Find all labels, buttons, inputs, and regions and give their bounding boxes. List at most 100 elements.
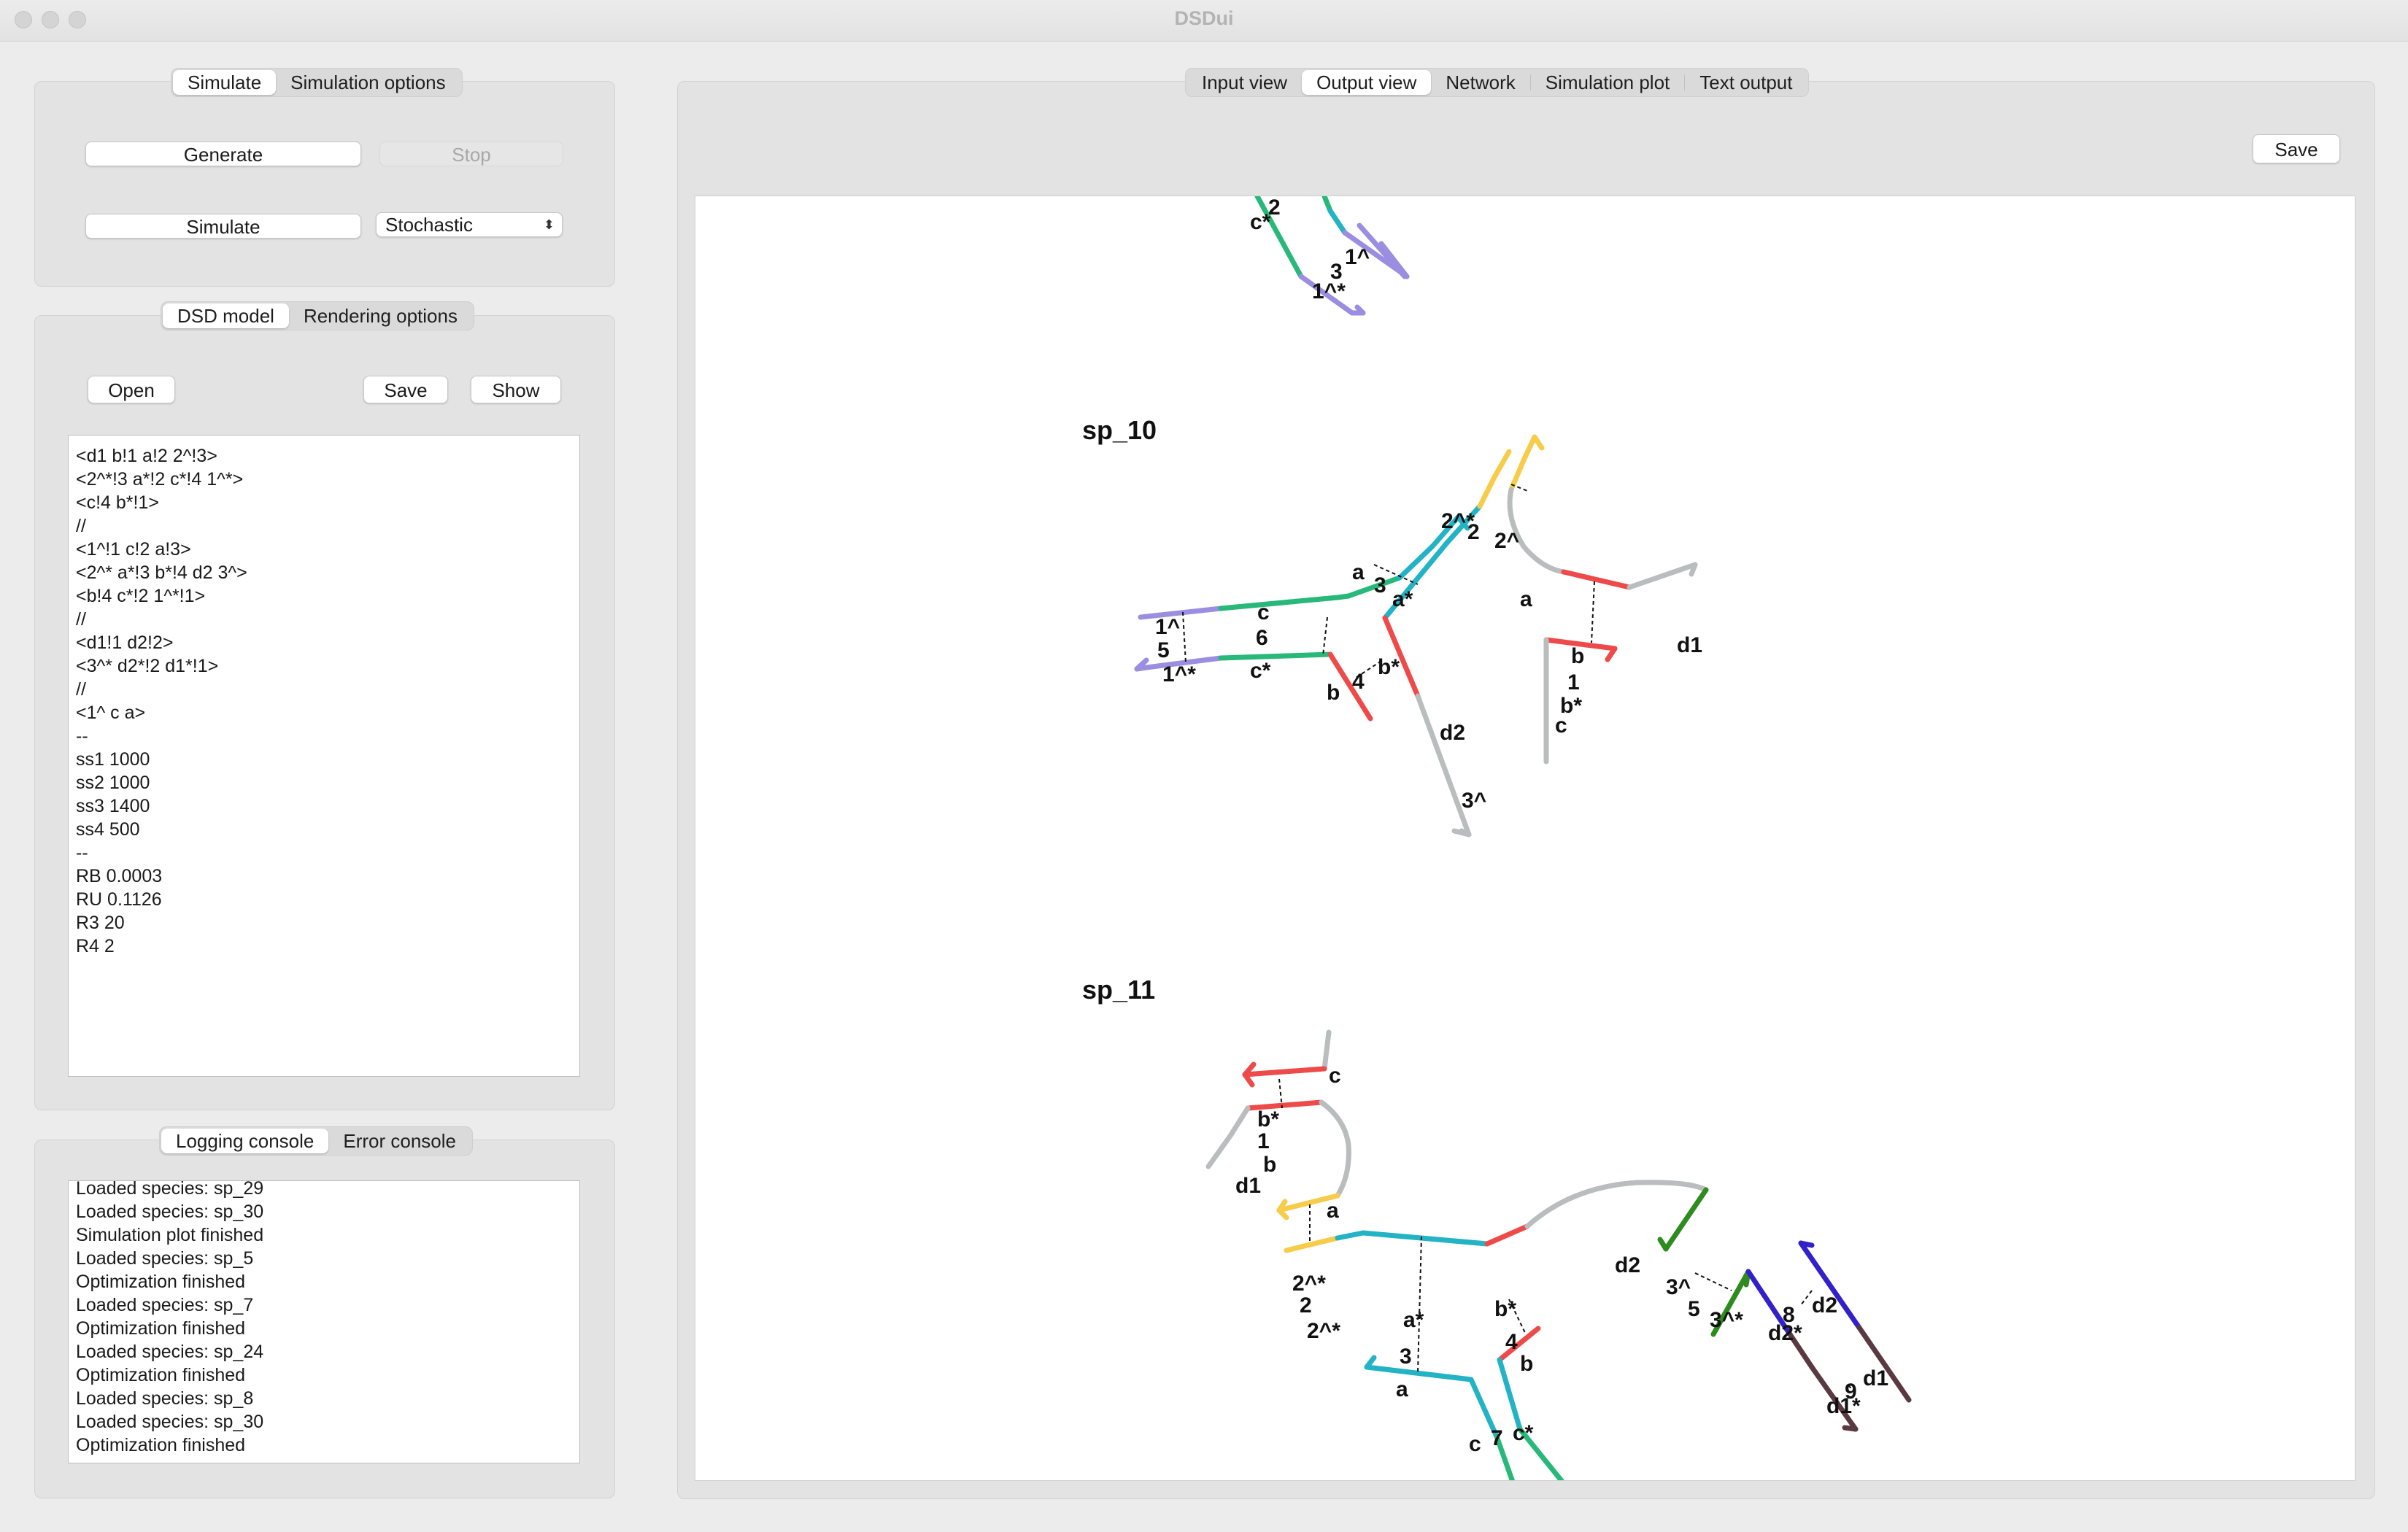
svg-text:a: a <box>1520 587 1532 611</box>
model-line: <3^* d2*!2 d1*!1> <box>76 656 219 676</box>
tab-dsd-model[interactable]: DSD model <box>163 303 289 328</box>
svg-text:b: b <box>1571 644 1584 668</box>
svg-text:1^*: 1^* <box>1312 279 1346 303</box>
simulation-mode-select[interactable]: Stochastic ⬍ <box>376 212 563 237</box>
log-line: Optimization finished <box>76 1435 246 1455</box>
svg-text:d1: d1 <box>1863 1366 1888 1390</box>
svg-text:c*: c* <box>1250 659 1271 683</box>
tab-error-console[interactable]: Error console <box>328 1129 471 1153</box>
svg-text:c*: c* <box>1250 210 1271 234</box>
simulation-tabs: Simulate Simulation options <box>171 68 463 97</box>
species-diagram: 2 c* 3 1^ 1^* sp_10 a 3 a* c 6 c* 1^ 5 1… <box>1082 196 1912 1480</box>
log-line: Loaded species: sp_7 <box>76 1295 254 1315</box>
svg-text:d2: d2 <box>1812 1293 1837 1318</box>
svg-text:b*: b* <box>1257 1107 1279 1131</box>
svg-text:a: a <box>1327 1199 1339 1223</box>
tab-output-view[interactable]: Output view <box>1302 70 1432 95</box>
output-canvas[interactable]: 2 c* 3 1^ 1^* sp_10 a 3 a* c 6 c* 1^ 5 1… <box>695 196 2355 1481</box>
window-title: DSDui <box>1174 7 1234 29</box>
tab-simulation-options[interactable]: Simulation options <box>276 70 460 95</box>
log-line: Optimization finished <box>76 1365 246 1385</box>
svg-text:c: c <box>1555 713 1567 738</box>
simulate-button[interactable]: Simulate <box>85 214 361 239</box>
model-line: // <box>76 516 86 536</box>
svg-text:c: c <box>1257 600 1270 624</box>
tab-logging-console[interactable]: Logging console <box>161 1129 329 1153</box>
open-button[interactable]: Open <box>88 376 175 403</box>
svg-text:4: 4 <box>1505 1330 1518 1354</box>
model-line: <2^*!3 a*!2 c*!4 1^*> <box>76 469 244 490</box>
model-line: ss3 1400 <box>76 796 150 816</box>
svg-text:1: 1 <box>1567 670 1580 695</box>
dsd-model-editor[interactable]: <d1 b!1 a!2 2^!3> <2^*!3 a*!2 c*!4 1^*> <c… <box>68 435 580 1077</box>
svg-text:1^: 1^ <box>1155 615 1180 639</box>
svg-text:2^*: 2^* <box>1307 1319 1340 1343</box>
model-line: <1^!1 c!2 a!3> <box>76 539 191 560</box>
svg-text:b*: b* <box>1378 655 1400 679</box>
svg-text:2^*: 2^* <box>1292 1272 1326 1296</box>
model-line: // <box>76 679 86 700</box>
log-line: Loaded species: sp_5 <box>76 1248 254 1269</box>
model-save-button[interactable]: Save <box>363 376 448 403</box>
svg-text:a*: a* <box>1392 587 1413 611</box>
tab-simulate[interactable]: Simulate <box>173 70 277 95</box>
svg-text:1: 1 <box>1257 1129 1270 1153</box>
simulation-panel <box>34 81 615 287</box>
generate-button[interactable]: Generate <box>85 142 361 166</box>
svg-text:1^: 1^ <box>1345 245 1370 269</box>
show-button[interactable]: Show <box>471 376 561 403</box>
model-line: <b!4 c*!2 1^*!1> <box>76 586 206 606</box>
stop-button[interactable]: Stop <box>379 142 563 166</box>
svg-text:d1*: d1* <box>1826 1394 1861 1418</box>
model-line: <d1!1 d2!2> <box>76 632 174 653</box>
svg-text:a: a <box>1352 560 1365 584</box>
tab-input-view[interactable]: Input view <box>1187 70 1302 95</box>
model-line: <d1 b!1 a!2 2^!3> <box>76 446 217 466</box>
log-line: Loaded species: sp_29 <box>76 1180 264 1199</box>
sp11-strands <box>1205 1029 1912 1480</box>
svg-text:1^*: 1^* <box>1162 662 1196 686</box>
bond-dashes <box>1182 484 1856 1393</box>
svg-text:c: c <box>1329 1064 1341 1088</box>
svg-text:7: 7 <box>1491 1426 1503 1450</box>
svg-text:3^: 3^ <box>1666 1275 1691 1299</box>
svg-text:5: 5 <box>1157 638 1170 662</box>
svg-text:5: 5 <box>1688 1297 1700 1321</box>
model-line: ss2 1000 <box>76 773 150 793</box>
svg-text:2^: 2^ <box>1494 529 1519 553</box>
svg-text:b: b <box>1263 1153 1276 1177</box>
svg-text:d1: d1 <box>1235 1174 1261 1198</box>
tab-text-output[interactable]: Text output <box>1685 70 1807 95</box>
model-line: RB 0.0003 <box>76 866 163 886</box>
model-line: -- <box>76 843 88 863</box>
log-line: Optimization finished <box>76 1318 246 1339</box>
model-line: -- <box>76 726 88 746</box>
species-label-sp11: sp_11 <box>1082 975 1155 1005</box>
model-line: // <box>76 609 86 630</box>
tab-network[interactable]: Network <box>1431 70 1529 95</box>
svg-text:d2*: d2* <box>1768 1321 1802 1345</box>
view-tabs: Input view Output view Network Simulation p… <box>1185 68 1810 97</box>
simulation-mode-value: Stochastic <box>385 214 473 236</box>
model-line: ss1 1000 <box>76 749 150 770</box>
sp10-strands <box>1134 434 1698 837</box>
model-line: RU 0.1126 <box>76 889 162 910</box>
svg-text:a: a <box>1396 1377 1408 1401</box>
log-line: Loaded species: sp_30 <box>76 1412 264 1432</box>
svg-text:2: 2 <box>1300 1293 1312 1318</box>
model-line: R3 20 <box>76 913 125 933</box>
log-line: Loaded species: sp_24 <box>76 1342 264 1362</box>
tab-rendering-options[interactable]: Rendering options <box>289 303 472 328</box>
svg-text:3: 3 <box>1374 573 1386 597</box>
svg-text:c: c <box>1469 1432 1481 1456</box>
log-line: Loaded species: sp_30 <box>76 1202 264 1222</box>
logging-console-output[interactable]: Loaded species: sp_29 Loaded species: sp_… <box>68 1180 580 1463</box>
svg-text:2: 2 <box>1467 520 1480 544</box>
console-tabs: Logging console Error console <box>159 1126 474 1156</box>
model-line: R4 2 <box>76 936 115 956</box>
svg-text:d2: d2 <box>1440 721 1465 745</box>
model-line: <1^ c a> <box>76 703 146 723</box>
select-arrows-icon: ⬍ <box>543 217 555 232</box>
tab-simulation-plot[interactable]: Simulation plot <box>1531 70 1685 95</box>
output-save-button[interactable]: Save <box>2253 134 2340 163</box>
